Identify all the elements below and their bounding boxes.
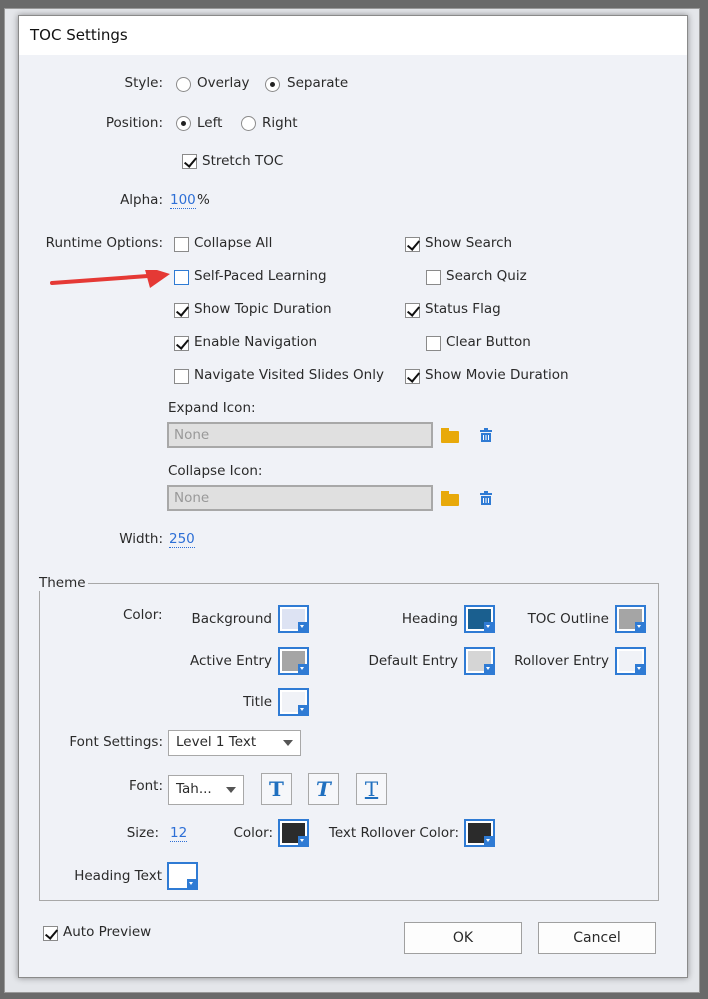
radio-overlay[interactable] xyxy=(176,77,191,92)
font-label: Font: xyxy=(129,778,163,794)
show-movie-duration-label: Show Movie Duration xyxy=(425,367,569,383)
dialog-title: TOC Settings xyxy=(30,26,128,44)
toc-outline-label: TOC Outline xyxy=(527,611,609,627)
width-label: Width: xyxy=(119,531,163,547)
status-flag-checkbox[interactable] xyxy=(405,303,420,318)
navigate-visited-slides-only-checkbox[interactable] xyxy=(174,369,189,384)
show-topic-duration-checkbox[interactable] xyxy=(174,303,189,318)
red-arrow-annotation xyxy=(50,270,170,288)
search-quiz-label: Search Quiz xyxy=(446,268,527,284)
text-rollover-color-label: Text Rollover Color: xyxy=(328,825,459,841)
trash-icon[interactable] xyxy=(479,428,493,442)
self-paced-learning-checkbox[interactable] xyxy=(174,270,189,285)
theme-legend: Theme xyxy=(37,575,88,591)
background-label: Background xyxy=(191,611,272,627)
toc-settings-dialog: TOC Settings Style: Overlay Separate Pos… xyxy=(18,15,688,978)
chevron-down-icon xyxy=(635,664,644,673)
stretch-toc-label: Stretch TOC xyxy=(202,153,284,169)
show-movie-duration-checkbox[interactable] xyxy=(405,369,420,384)
alpha-value[interactable]: 100 xyxy=(170,192,196,209)
heading-text-swatch[interactable] xyxy=(167,862,198,890)
position-label: Position: xyxy=(105,115,163,131)
runtime-options-label: Runtime Options: xyxy=(45,235,163,251)
collapse-icon-input[interactable]: None xyxy=(167,485,433,511)
auto-preview-checkbox[interactable] xyxy=(43,926,58,941)
radio-left[interactable] xyxy=(176,116,191,131)
chevron-down-icon xyxy=(226,787,236,798)
font-settings-value: Level 1 Text xyxy=(176,734,257,750)
toc-outline-color-swatch[interactable] xyxy=(615,605,646,633)
separate-label: Separate xyxy=(287,75,349,91)
folder-icon[interactable] xyxy=(441,428,459,443)
size-value[interactable]: 12 xyxy=(170,825,188,842)
heading-label: Heading xyxy=(401,611,458,627)
italic-button[interactable]: T xyxy=(308,773,339,805)
size-label: Size: xyxy=(126,825,159,841)
underline-button[interactable]: T xyxy=(356,773,387,805)
trash-icon[interactable] xyxy=(479,491,493,505)
active-entry-label: Active Entry xyxy=(190,653,272,669)
chevron-down-icon xyxy=(484,836,493,845)
radio-separate[interactable] xyxy=(265,77,280,92)
chevron-down-icon xyxy=(298,622,307,631)
style-label: Style: xyxy=(124,75,163,91)
text-rollover-color-swatch[interactable] xyxy=(464,819,495,847)
chevron-down-icon xyxy=(283,740,293,751)
left-label: Left xyxy=(197,115,223,131)
width-value[interactable]: 250 xyxy=(169,531,195,548)
right-label: Right xyxy=(262,115,298,131)
chevron-down-icon xyxy=(298,705,307,714)
default-entry-label: Default Entry xyxy=(368,653,458,669)
status-flag-label: Status Flag xyxy=(425,301,501,317)
expand-icon-label: Expand Icon: xyxy=(168,400,256,416)
default-entry-color-swatch[interactable] xyxy=(464,647,495,675)
cancel-button[interactable]: Cancel xyxy=(538,922,656,954)
clear-button-label: Clear Button xyxy=(446,334,531,350)
enable-navigation-label: Enable Navigation xyxy=(194,334,318,350)
text-color-swatch[interactable] xyxy=(278,819,309,847)
expand-icon-input[interactable]: None xyxy=(167,422,433,448)
alpha-label: Alpha: xyxy=(120,192,163,208)
folder-icon[interactable] xyxy=(441,491,459,506)
chevron-down-icon xyxy=(635,622,644,631)
rollover-entry-label: Rollover Entry xyxy=(514,653,609,669)
background-color-swatch[interactable] xyxy=(278,605,309,633)
chevron-down-icon xyxy=(298,664,307,673)
title-label: Title xyxy=(243,694,272,710)
clear-button-checkbox[interactable] xyxy=(426,336,441,351)
heading-text-label: Heading Text xyxy=(74,868,162,884)
search-quiz-checkbox[interactable] xyxy=(426,270,441,285)
active-entry-color-swatch[interactable] xyxy=(278,647,309,675)
collapse-all-checkbox[interactable] xyxy=(174,237,189,252)
stretch-toc-checkbox[interactable] xyxy=(182,154,197,169)
heading-color-swatch[interactable] xyxy=(464,605,495,633)
rollover-entry-color-swatch[interactable] xyxy=(615,647,646,675)
title-color-swatch[interactable] xyxy=(278,688,309,716)
alpha-unit: % xyxy=(197,192,210,208)
font-dropdown[interactable]: Tah... xyxy=(168,775,244,805)
chevron-down-icon xyxy=(484,664,493,673)
show-search-label: Show Search xyxy=(425,235,513,251)
text-color-label: Color: xyxy=(233,825,273,841)
navigate-visited-slides-only-label: Navigate Visited Slides Only xyxy=(194,367,384,383)
radio-right[interactable] xyxy=(241,116,256,131)
show-search-checkbox[interactable] xyxy=(405,237,420,252)
collapse-icon-label: Collapse Icon: xyxy=(168,463,263,479)
chevron-down-icon xyxy=(187,879,196,888)
show-topic-duration-label: Show Topic Duration xyxy=(194,301,332,317)
chevron-down-icon xyxy=(484,622,493,631)
auto-preview-label: Auto Preview xyxy=(63,924,152,940)
enable-navigation-checkbox[interactable] xyxy=(174,336,189,351)
font-value: Tah... xyxy=(176,781,212,797)
bold-button[interactable]: T xyxy=(261,773,292,805)
font-settings-label: Font Settings: xyxy=(69,734,163,750)
font-settings-dropdown[interactable]: Level 1 Text xyxy=(168,730,301,756)
collapse-all-label: Collapse All xyxy=(194,235,273,251)
color-label: Color: xyxy=(123,607,163,623)
overlay-label: Overlay xyxy=(197,75,250,91)
self-paced-learning-label: Self-Paced Learning xyxy=(194,268,327,284)
chevron-down-icon xyxy=(298,836,307,845)
title-bar: TOC Settings xyxy=(19,16,687,55)
ok-button[interactable]: OK xyxy=(404,922,522,954)
